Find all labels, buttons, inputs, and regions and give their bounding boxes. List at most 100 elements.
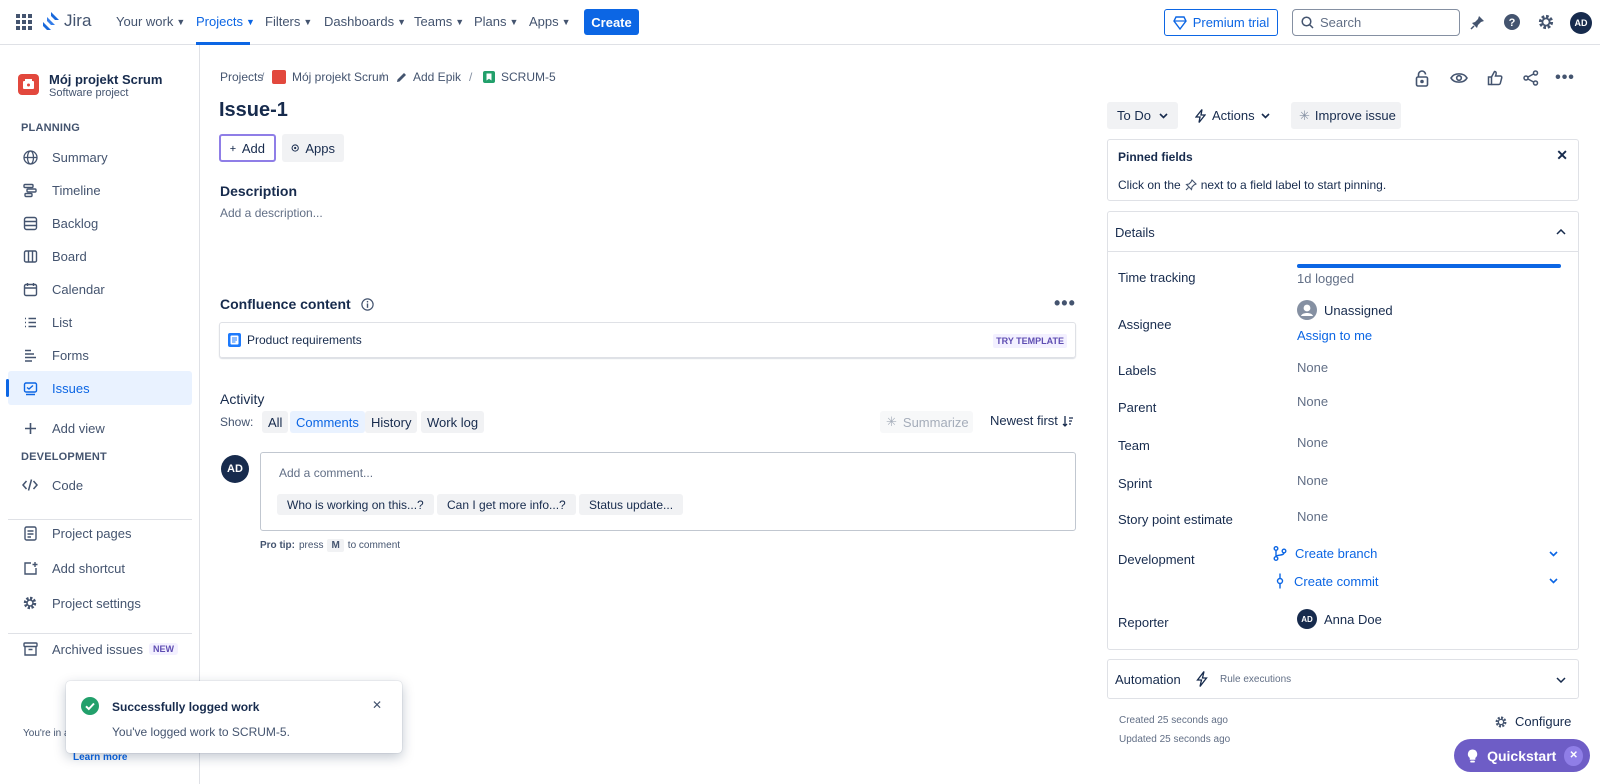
breadcrumb-issue-key[interactable]: SCRUM-5	[483, 70, 556, 84]
create-button[interactable]: Create	[584, 9, 639, 35]
configure-button[interactable]: Configure	[1494, 714, 1571, 729]
team-value[interactable]: None	[1297, 435, 1328, 450]
sprint-value[interactable]: None	[1297, 473, 1328, 488]
breadcrumb-add-epic[interactable]: Add Epik	[396, 70, 461, 84]
filter-history[interactable]: History	[365, 411, 418, 433]
status-dropdown[interactable]: To Do	[1107, 102, 1178, 129]
nav-dashboards[interactable]: Dashboards ▼	[324, 14, 406, 29]
success-check-icon	[81, 697, 99, 715]
chevron-down-icon[interactable]	[1549, 550, 1558, 557]
project-name[interactable]: Mój projekt Scrum	[49, 72, 162, 87]
add-shortcut-button[interactable]: Add shortcut	[8, 551, 192, 585]
sidebar-item-label: Timeline	[52, 182, 101, 198]
parent-value[interactable]: None	[1297, 394, 1328, 409]
calendar-icon	[22, 281, 38, 297]
sort-button[interactable]: Newest first	[990, 413, 1074, 428]
sidebar-item-board[interactable]: Board	[8, 239, 192, 273]
breadcrumb-label: SCRUM-5	[501, 70, 556, 84]
suggestion-chip[interactable]: Who is working on this...?	[277, 494, 434, 515]
pinned-hint-before: Click on the	[1118, 178, 1181, 192]
archived-issues-link[interactable]: Archived issues NEW	[8, 632, 192, 666]
automation-panel[interactable]: Automation Rule executions	[1107, 659, 1579, 699]
premium-trial-button[interactable]: Premium trial	[1164, 9, 1278, 36]
suggestion-chip[interactable]: Status update...	[579, 494, 684, 515]
lightning-icon	[1195, 108, 1206, 123]
suggestion-chip[interactable]: Can I get more info...?	[437, 494, 576, 515]
configure-label: Configure	[1515, 714, 1572, 729]
close-icon[interactable]: ✕	[372, 698, 382, 712]
nav-filters[interactable]: Filters ▼	[265, 14, 312, 29]
chevron-down-icon[interactable]	[1549, 578, 1558, 584]
assignee-value: Unassigned	[1324, 302, 1393, 318]
project-avatar-icon[interactable]	[18, 74, 39, 95]
nav-projects[interactable]: Projects ▼	[196, 14, 255, 29]
project-settings-link[interactable]: Project settings	[8, 586, 192, 620]
share-icon[interactable]	[1519, 66, 1543, 90]
confluence-item[interactable]: Product requirements TRY TEMPLATE	[219, 322, 1076, 358]
sidebar-item-timeline[interactable]: Timeline	[8, 173, 192, 207]
close-icon[interactable]: ✕	[1556, 147, 1568, 164]
jira-logo[interactable]: Jira	[42, 11, 91, 31]
sidebar-item-backlog[interactable]: Backlog	[8, 206, 192, 240]
nav-plans[interactable]: Plans ▼	[474, 14, 518, 29]
apps-label: Apps	[305, 140, 335, 156]
app-switcher-icon[interactable]	[16, 14, 32, 30]
more-actions-icon[interactable]: •••	[1553, 66, 1577, 90]
apps-button[interactable]: Apps	[282, 134, 344, 162]
lock-icon[interactable]	[1410, 66, 1434, 90]
sidebar-footer-text: You're in a	[23, 728, 70, 739]
search-input[interactable]: Search	[1292, 9, 1460, 36]
summarize-button[interactable]: ✳ Summarize	[880, 411, 973, 433]
create-branch-link[interactable]: Create branch	[1273, 546, 1558, 561]
comment-placeholder: Add a comment...	[279, 466, 374, 480]
nav-your-work[interactable]: Your work ▼	[116, 14, 185, 29]
issue-title[interactable]: Issue-1	[219, 99, 288, 122]
time-tracking-bar[interactable]	[1297, 264, 1561, 268]
try-template-badge[interactable]: TRY TEMPLATE	[993, 334, 1067, 348]
actions-label: Actions	[1212, 108, 1255, 123]
breadcrumb-projects[interactable]: Projects	[220, 70, 263, 84]
pin-icon	[1185, 179, 1197, 191]
improve-issue-button[interactable]: ✳ Improve issue	[1291, 102, 1401, 129]
filter-comments[interactable]: Comments	[290, 411, 365, 433]
add-button[interactable]: Add	[219, 134, 276, 162]
learn-more-link[interactable]: Learn more	[73, 752, 127, 763]
nav-apps[interactable]: Apps ▼	[529, 14, 571, 29]
create-commit-link[interactable]: Create commit	[1274, 573, 1558, 589]
comment-box[interactable]: Add a comment... Who is working on this.…	[260, 452, 1076, 531]
actions-dropdown[interactable]: Actions	[1187, 102, 1278, 129]
sidebar-item-calendar[interactable]: Calendar	[8, 272, 192, 306]
svg-text:?: ?	[1509, 17, 1516, 29]
sidebar-item-forms[interactable]: Forms	[8, 338, 192, 372]
labels-value[interactable]: None	[1297, 360, 1328, 375]
watch-icon[interactable]	[1447, 66, 1471, 90]
quickstart-button[interactable]: Quickstart ✕	[1454, 739, 1590, 772]
sidebar-item-summary[interactable]: Summary	[8, 140, 192, 174]
settings-icon[interactable]	[1536, 12, 1556, 32]
filter-work-log[interactable]: Work log	[421, 411, 485, 433]
help-icon[interactable]: ?	[1502, 12, 1522, 32]
user-avatar[interactable]: AD	[1570, 12, 1592, 34]
close-icon[interactable]: ✕	[1564, 745, 1583, 766]
sidebar-item-code[interactable]: Code	[8, 468, 192, 502]
assign-to-me-link[interactable]: Assign to me	[1297, 328, 1372, 343]
info-icon[interactable]	[360, 297, 374, 311]
nav-teams[interactable]: Teams ▼	[414, 14, 464, 29]
create-commit-label: Create commit	[1294, 573, 1379, 589]
thumbs-up-icon[interactable]	[1483, 66, 1507, 90]
breadcrumb-project[interactable]: Mój projekt Scrum	[272, 70, 389, 84]
project-pages-link[interactable]: Project pages	[8, 516, 192, 550]
sidebar-item-list[interactable]: List	[8, 305, 192, 339]
add-view-button[interactable]: Add view	[8, 411, 192, 445]
archive-icon	[22, 641, 38, 657]
description-field[interactable]: Add a description...	[220, 206, 1070, 266]
story-points-value[interactable]: None	[1297, 509, 1328, 524]
settings-icon	[22, 595, 38, 611]
details-header[interactable]: Details	[1108, 212, 1578, 252]
more-options-icon[interactable]: •••	[1054, 293, 1076, 314]
assignee-field[interactable]: Unassigned	[1297, 300, 1393, 320]
notifications-icon[interactable]	[1468, 12, 1488, 32]
filter-all[interactable]: All	[262, 411, 289, 433]
sidebar-item-issues[interactable]: Issues	[6, 371, 192, 405]
reporter-field[interactable]: AD Anna Doe	[1297, 609, 1382, 629]
